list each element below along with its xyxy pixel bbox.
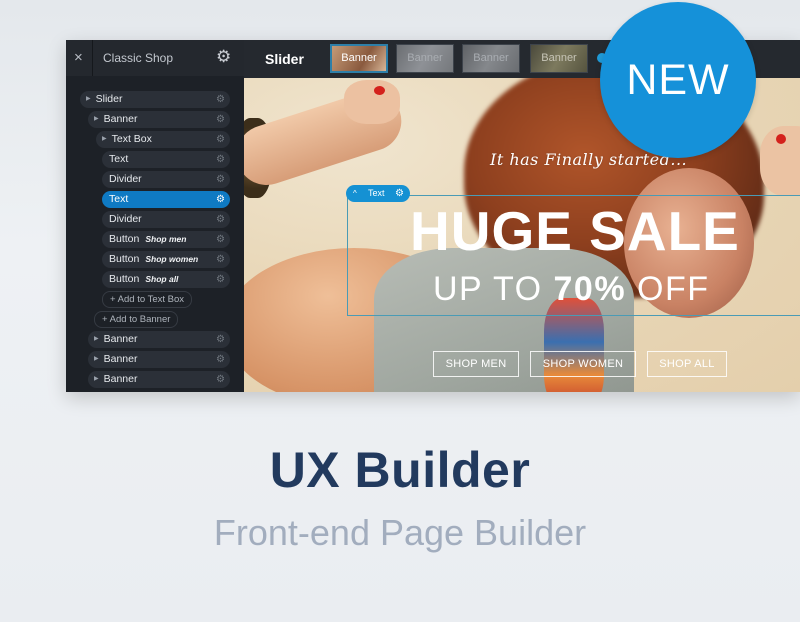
tree-item-label: Banner [103, 373, 138, 385]
selected-element-label: Text [368, 188, 385, 198]
gear-icon[interactable]: ⚙ [216, 111, 225, 128]
tree-item-button-shop-men[interactable]: Button Shop men ⚙ [102, 231, 230, 248]
close-icon[interactable]: × [74, 49, 83, 67]
shop-men-button[interactable]: SHOP MEN [433, 351, 519, 377]
gear-icon[interactable]: ⚙ [216, 371, 225, 388]
subline-discount: 70% [553, 270, 627, 308]
new-badge: NEW [600, 2, 756, 158]
subline-suffix: OFF [626, 270, 710, 308]
gear-icon[interactable]: ⚙ [216, 251, 225, 268]
tree-item-slider[interactable]: ▶ Slider ⚙ [80, 91, 230, 108]
tree-item-sublabel: Shop men [145, 234, 187, 244]
banner-thumbnail[interactable]: Banner [462, 44, 520, 73]
tree-item-banner[interactable]: ▶ Banner ⚙ [88, 371, 230, 388]
caret-right-icon[interactable]: ▶ [94, 331, 99, 348]
gear-icon[interactable]: ⚙ [216, 211, 225, 228]
sidebar: × Classic Shop ⚙ ▶ Slider ⚙ ▶ Banner ⚙ ▶… [66, 40, 245, 392]
caret-right-icon[interactable]: ▶ [102, 131, 107, 148]
sidebar-header: × Classic Shop ⚙ [66, 40, 244, 76]
gear-icon[interactable]: ⚙ [216, 331, 225, 348]
tree-item-label: Text Box [111, 133, 152, 145]
add-to-text-box-button[interactable]: + Add to Text Box [102, 291, 193, 308]
caret-right-icon[interactable]: ▶ [94, 111, 99, 128]
tree-item-label: Banner [103, 113, 138, 125]
tree-item-label: Button [109, 273, 140, 285]
gear-icon[interactable]: ⚙ [216, 191, 225, 208]
tree-item-banner[interactable]: ▶ Banner ⚙ [88, 351, 230, 368]
add-to-banner-button[interactable]: + Add to Banner [94, 311, 179, 328]
tree-item-button-shop-all[interactable]: Button Shop all ⚙ [102, 271, 230, 288]
tree-item-label: Text [109, 193, 129, 205]
selected-element-tag[interactable]: ^ Text ⚙ [346, 185, 410, 202]
tree-item-label: Text [109, 153, 129, 165]
tree-item-label: Divider [109, 173, 142, 185]
banner-headline[interactable]: HUGE SALE [410, 201, 740, 261]
tree-item-divider[interactable]: Divider ⚙ [102, 171, 230, 188]
banner-image-fist [344, 80, 400, 124]
caret-right-icon[interactable]: ▶ [94, 351, 99, 368]
banner-image-nail [374, 86, 385, 95]
gear-icon[interactable]: ⚙ [216, 351, 225, 368]
shop-all-button[interactable]: SHOP ALL [647, 351, 727, 377]
tree-item-label: Banner [103, 333, 138, 345]
tree-item-sublabel: Shop all [145, 274, 179, 284]
tree-item-label: Button [109, 253, 140, 265]
gear-icon[interactable]: ⚙ [216, 171, 225, 188]
chevron-up-icon[interactable]: ^ [353, 185, 357, 202]
sidebar-title: Classic Shop [103, 51, 174, 65]
subline-prefix: UP TO [433, 270, 554, 308]
gear-icon[interactable]: ⚙ [216, 151, 225, 168]
caret-right-icon[interactable]: ▶ [86, 91, 91, 108]
product-subtitle: Front-end Page Builder [213, 512, 587, 553]
tree-item-label: Slider [95, 93, 123, 105]
toolbar-title: Slider [265, 51, 304, 67]
tree-item-banner[interactable]: ▶ Banner ⚙ [88, 111, 230, 128]
tree-item-sublabel: Shop women [145, 254, 199, 264]
banner-thumbnail-active[interactable]: Banner [330, 44, 388, 73]
tree-item-label: Divider [109, 213, 142, 225]
banner-thumbnail[interactable]: Banner [530, 44, 588, 73]
product-title: UX Builder [269, 442, 531, 498]
divider [92, 40, 93, 76]
tree-item-text[interactable]: Text ⚙ [102, 151, 230, 168]
gear-icon[interactable]: ⚙ [216, 47, 231, 67]
gear-icon[interactable]: ⚙ [216, 91, 225, 108]
gear-icon[interactable]: ⚙ [216, 131, 225, 148]
tree-item-divider[interactable]: Divider ⚙ [102, 211, 230, 228]
banner-image-nail [776, 134, 786, 144]
gear-icon[interactable]: ⚙ [395, 185, 404, 202]
caret-right-icon[interactable]: ▶ [94, 371, 99, 388]
tree-item-banner[interactable]: ▶ Banner ⚙ [88, 331, 230, 348]
banner-subline[interactable]: UP TO 70% OFF [433, 270, 710, 308]
gear-icon[interactable]: ⚙ [216, 271, 225, 288]
banner-thumbnail[interactable]: Banner [396, 44, 454, 73]
tree-item-text-box[interactable]: ▶ Text Box ⚙ [96, 131, 230, 148]
tree-item-label: Button [109, 233, 140, 245]
tree-item-button-shop-women[interactable]: Button Shop women ⚙ [102, 251, 230, 268]
shop-women-button[interactable]: SHOP WOMEN [530, 351, 636, 377]
tree-item-label: Banner [103, 353, 138, 365]
gear-icon[interactable]: ⚙ [216, 231, 225, 248]
tree-item-text-selected[interactable]: Text ⚙ [102, 191, 230, 208]
